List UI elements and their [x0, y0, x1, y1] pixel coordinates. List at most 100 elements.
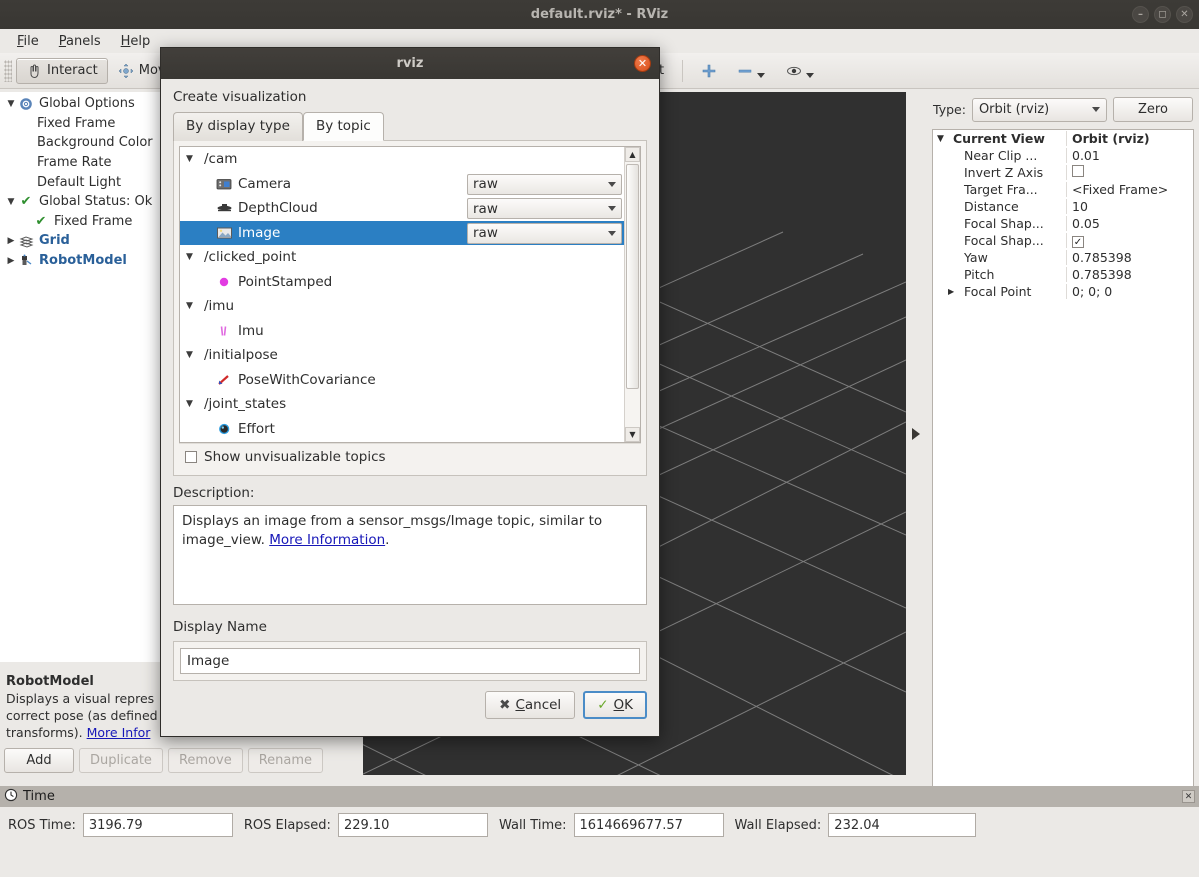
topic-item-effort[interactable]: Effort: [180, 417, 624, 442]
topic-tree-scrollbar[interactable]: ▲ ▼: [624, 147, 640, 442]
topic-group-imu[interactable]: ▼ /imu: [180, 294, 624, 319]
chevron-down-icon-c3: [608, 230, 616, 236]
view-prop-focal-point[interactable]: ▶ Focal Point 0; 0; 0: [933, 283, 1193, 300]
toolbar-separator: [682, 59, 684, 82]
cancel-button[interactable]: ✖ Cancel: [485, 691, 576, 719]
tool-remove-panel[interactable]: [727, 58, 776, 84]
topic-item-image[interactable]: Image raw: [180, 220, 624, 245]
tool-visibility[interactable]: [776, 58, 825, 84]
view-type-combo[interactable]: Orbit (rviz): [971, 97, 1107, 122]
depthcloud-transport-combo[interactable]: raw: [467, 198, 622, 219]
topic-item-camera[interactable]: Camera raw: [180, 172, 624, 197]
view-prop-near-clip[interactable]: Near Clip ... 0.01: [933, 147, 1193, 164]
view-prop-focal-shape-size[interactable]: Focal Shap... 0.05: [933, 215, 1193, 232]
view-prop-value: 10: [1066, 199, 1193, 214]
views-panel: Type: Orbit (rviz) Zero ▼ Current View Or…: [927, 92, 1199, 865]
invert-z-axis-checkbox[interactable]: [1072, 165, 1084, 177]
view-prop-focal-shape-fixed[interactable]: Focal Shap... ✓: [933, 232, 1193, 249]
wall-time-field[interactable]: 1614669677.57: [573, 813, 724, 837]
view-prop-key: Yaw: [964, 250, 988, 265]
chevron-down-icon[interactable]: [757, 73, 766, 78]
displays-description-line1: Displays a visual repres: [6, 691, 155, 706]
expander-right-icon[interactable]: ▶: [4, 236, 18, 246]
expander-down-icon-cp[interactable]: ▼: [186, 252, 204, 262]
camera-transport-combo[interactable]: raw: [467, 173, 622, 195]
expander-down-icon[interactable]: ▼: [4, 99, 18, 109]
chevron-down-icon-2[interactable]: [806, 73, 815, 78]
expander-down-icon-js[interactable]: ▼: [186, 399, 204, 409]
topic-item-imu[interactable]: Imu: [180, 319, 624, 344]
topic-tree[interactable]: ▼ /cam Camera raw DepthCloud raw Image r…: [179, 146, 641, 443]
zero-button[interactable]: Zero: [1113, 97, 1193, 122]
tool-add-panel[interactable]: [691, 58, 727, 84]
toolbar-grip[interactable]: [4, 59, 12, 82]
displays-description-line3: transforms).: [6, 725, 87, 740]
tab-by-display-type[interactable]: By display type: [173, 112, 303, 141]
depthcloud-icon: [214, 201, 234, 215]
minimize-icon[interactable]: –: [1132, 6, 1149, 23]
view-prop-yaw[interactable]: Yaw 0.785398: [933, 249, 1193, 266]
close-icon[interactable]: ✕: [1176, 6, 1193, 23]
topic-item-depthcloud[interactable]: DepthCloud raw: [180, 196, 624, 221]
dialog-titlebar: rviz ✕: [161, 48, 659, 79]
hand-cursor-icon: [26, 63, 42, 79]
display-name-input[interactable]: Image: [180, 648, 640, 674]
tool-interact[interactable]: Interact: [16, 57, 108, 84]
ok-button[interactable]: ✓ OK: [583, 691, 647, 719]
dialog-close-icon[interactable]: ✕: [634, 55, 651, 72]
panel-splitter-handle[interactable]: [906, 92, 926, 775]
wall-elapsed-field[interactable]: 232.04: [828, 813, 977, 837]
expander-right-icon-2[interactable]: ▶: [4, 256, 18, 266]
focal-shape-checkbox[interactable]: ✓: [1072, 236, 1084, 248]
topic-item-pointstamped[interactable]: PointStamped: [180, 270, 624, 295]
topic-tree-scrollarea: ▼ /cam Camera raw DepthCloud raw Image r…: [180, 147, 624, 442]
display-label: Background Color: [37, 135, 153, 151]
scrollbar-thumb[interactable]: [626, 164, 639, 389]
expander-down-icon-cam[interactable]: ▼: [186, 154, 204, 164]
close-time-panel-icon[interactable]: ✕: [1182, 790, 1195, 803]
topic-item-posewithcovariance[interactable]: PoseWithCovariance: [180, 368, 624, 393]
topic-group-cam[interactable]: ▼ /cam: [180, 147, 624, 172]
scroll-down-icon[interactable]: ▼: [625, 427, 640, 442]
check-mark-icon: ✓: [597, 697, 609, 713]
grid-icon: [18, 234, 34, 248]
expander-down-icon-imu[interactable]: ▼: [186, 301, 204, 311]
menu-panels[interactable]: Panels: [50, 31, 110, 52]
tab-by-topic[interactable]: By topic: [302, 112, 384, 141]
expander-down-icon-ip[interactable]: ▼: [186, 350, 204, 360]
clock-icon: [4, 788, 18, 806]
show-unvisualizable-checkbox[interactable]: [185, 451, 197, 463]
topic-group-clicked-point[interactable]: ▼ /clicked_point: [180, 245, 624, 270]
views-properties-tree[interactable]: ▼ Current View Orbit (rviz) Near Clip ...…: [932, 129, 1194, 794]
view-prop-invert-z-axis[interactable]: Invert Z Axis: [933, 164, 1193, 181]
topic-group-map[interactable]: ▼ /map: [180, 441, 624, 442]
topic-group-initialpose[interactable]: ▼ /initialpose: [180, 343, 624, 368]
time-panel-title: Time: [23, 789, 55, 804]
topic-group-joint-states[interactable]: ▼ /joint_states: [180, 392, 624, 417]
ros-time-value: 3196.79: [88, 817, 143, 833]
show-unvisualizable-row[interactable]: Show unvisualizable topics: [179, 443, 641, 470]
ros-elapsed-field[interactable]: 229.10: [337, 813, 488, 837]
add-button[interactable]: Add: [4, 747, 74, 773]
menu-file[interactable]: File: [8, 31, 48, 52]
scroll-up-icon[interactable]: ▲: [625, 147, 640, 162]
expander-right-icon-3[interactable]: ▶: [948, 287, 964, 296]
view-prop-key: Current View: [953, 131, 1045, 146]
expander-down-icon-3[interactable]: ▼: [937, 134, 953, 144]
expander-down-icon-2[interactable]: ▼: [4, 197, 18, 207]
view-prop-distance[interactable]: Distance 10: [933, 198, 1193, 215]
view-prop-current-view[interactable]: ▼ Current View Orbit (rviz): [933, 130, 1193, 147]
more-information-link[interactable]: More Infor: [87, 725, 151, 740]
image-transport-combo[interactable]: raw: [467, 222, 622, 244]
ros-time-field[interactable]: 3196.79: [82, 813, 233, 837]
view-prop-target-frame[interactable]: Target Fra... <Fixed Frame>: [933, 181, 1193, 198]
view-prop-pitch[interactable]: Pitch 0.785398: [933, 266, 1193, 283]
menu-help[interactable]: Help: [112, 31, 160, 52]
check-icon: ✔: [20, 194, 32, 210]
more-information-link-dialog[interactable]: More Information: [269, 532, 385, 548]
rename-button: Rename: [247, 747, 324, 773]
point-icon: [214, 275, 234, 289]
ros-time-label: ROS Time:: [8, 817, 76, 833]
display-label: RobotModel: [39, 253, 127, 269]
maximize-icon[interactable]: ◻: [1154, 6, 1171, 23]
